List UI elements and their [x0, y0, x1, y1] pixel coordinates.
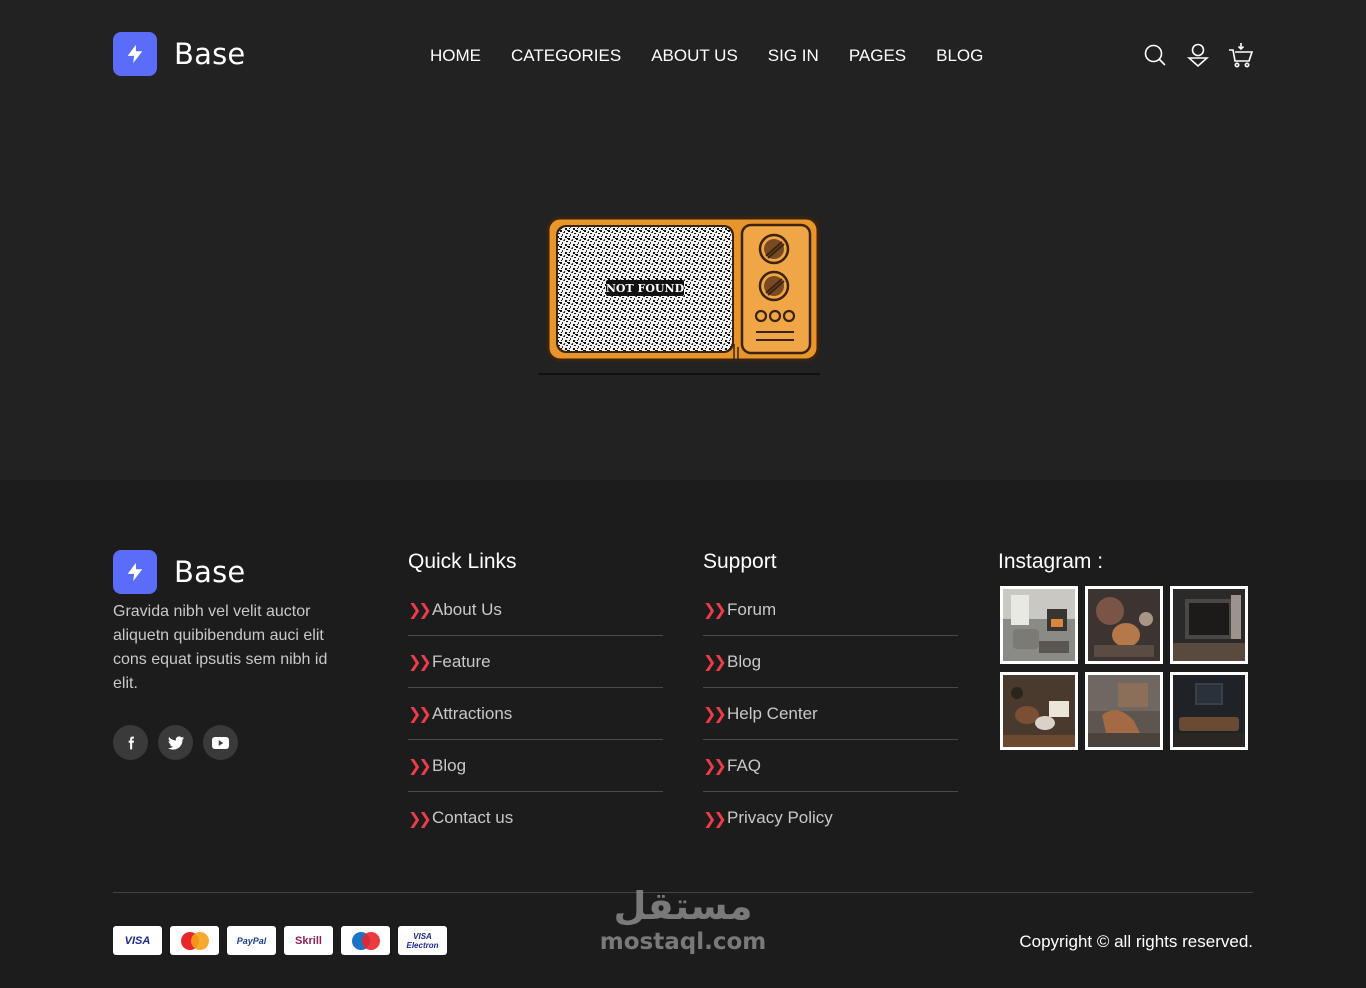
double-chevron-icon: ❯❯ — [703, 600, 727, 619]
instagram-image[interactable] — [1170, 672, 1248, 750]
footer-logo[interactable]: Base — [113, 550, 245, 594]
nav-sign-in[interactable]: SIG IN — [768, 46, 819, 66]
mastercard-icon — [170, 926, 219, 955]
quick-link-contact-us[interactable]: ❯❯ Contact us — [408, 792, 663, 844]
nav-blog[interactable]: BLOG — [936, 46, 983, 66]
nav-about-us[interactable]: ABOUT US — [651, 46, 738, 66]
facebook-icon[interactable] — [113, 725, 148, 760]
double-chevron-icon: ❯❯ — [703, 652, 727, 671]
header: Base HOME CATEGORIES ABOUT US SIG IN PAG… — [0, 0, 1366, 480]
instagram-image[interactable] — [1000, 672, 1078, 750]
not-found-label: NOT FOUND — [606, 282, 685, 295]
quick-links-list: ❯❯ About Us ❯❯ Feature ❯❯ Attractions ❯❯ Blo… — [408, 584, 663, 844]
double-chevron-icon: ❯❯ — [703, 704, 727, 723]
logo-text: Base — [174, 37, 246, 71]
footer: Base Gravida nibh vel velit auctor aliqu… — [0, 480, 1366, 988]
double-chevron-icon: ❯❯ — [408, 704, 432, 723]
main-nav: HOME CATEGORIES ABOUT US SIG IN PAGES BL… — [430, 46, 1013, 66]
support-link-faq[interactable]: ❯❯ FAQ — [703, 740, 958, 792]
instagram-image[interactable] — [1085, 672, 1163, 750]
not-found-tv-illustration: NOT FOUND — [536, 214, 822, 380]
double-chevron-icon: ❯❯ — [408, 600, 432, 619]
double-chevron-icon: ❯❯ — [703, 808, 727, 828]
header-logo[interactable]: Base — [113, 32, 245, 76]
quick-link-blog[interactable]: ❯❯ Blog — [408, 740, 663, 792]
instagram-image[interactable] — [1000, 586, 1078, 664]
lightning-icon — [113, 550, 157, 594]
visa-electron-icon: VISA Electron — [398, 926, 447, 955]
quick-link-about-us[interactable]: ❯❯ About Us — [408, 584, 663, 636]
support-link-help-center[interactable]: ❯❯ Help Center — [703, 688, 958, 740]
support-list: ❯❯ Forum ❯❯ Blog ❯❯ Help Center ❯❯ FAQ ❯❯ Pri… — [703, 584, 958, 844]
youtube-icon[interactable] — [203, 725, 238, 760]
lightning-icon — [113, 32, 157, 76]
user-icon[interactable] — [1183, 40, 1213, 70]
paypal-icon: PayPal — [227, 926, 276, 955]
payment-methods: VISA PayPal Skrill VISA Electron — [113, 926, 455, 955]
double-chevron-icon: ❯❯ — [703, 756, 727, 775]
quick-links-title: Quick Links — [408, 550, 517, 573]
instagram-image[interactable] — [1170, 586, 1248, 664]
nav-pages[interactable]: PAGES — [849, 46, 906, 66]
double-chevron-icon: ❯❯ — [408, 652, 432, 671]
header-icons — [1140, 40, 1269, 70]
quick-link-attractions[interactable]: ❯❯ Attractions — [408, 688, 663, 740]
nav-categories[interactable]: CATEGORIES — [511, 46, 621, 66]
support-link-blog[interactable]: ❯❯ Blog — [703, 636, 958, 688]
quick-link-feature[interactable]: ❯❯ Feature — [408, 636, 663, 688]
double-chevron-icon: ❯❯ — [408, 808, 432, 828]
social-links — [113, 725, 248, 760]
skrill-icon: Skrill — [284, 926, 333, 955]
copyright-text: Copyright © all rights reserved. — [1019, 932, 1253, 951]
support-title: Support — [703, 550, 777, 573]
support-link-forum[interactable]: ❯❯ Forum — [703, 584, 958, 636]
instagram-gallery — [1000, 586, 1248, 750]
instagram-title: Instagram : — [998, 550, 1104, 573]
twitter-icon[interactable] — [158, 725, 193, 760]
maestro-icon — [341, 926, 390, 955]
visa-card-icon: VISA — [113, 926, 162, 955]
search-icon[interactable] — [1140, 40, 1170, 70]
support-link-privacy-policy[interactable]: ❯❯ Privacy Policy — [703, 792, 958, 844]
nav-home[interactable]: HOME — [430, 46, 481, 66]
footer-about-text: Gravida nibh vel velit auctor aliquetn q… — [113, 603, 328, 692]
cart-icon[interactable] — [1226, 40, 1256, 70]
mostaql-watermark-logo: مستقل mostaql.com — [599, 884, 767, 955]
instagram-image[interactable] — [1085, 586, 1163, 664]
logo-text: Base — [174, 555, 246, 589]
double-chevron-icon: ❯❯ — [408, 756, 432, 775]
